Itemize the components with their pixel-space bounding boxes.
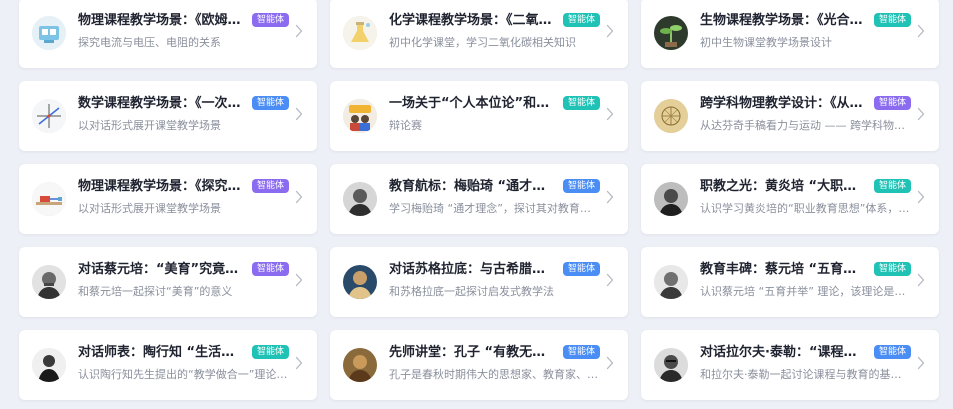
portrait-cai-yuanpei: [32, 265, 66, 299]
agent-card-description: 孔子是春秋时期伟大的思想家、教育家、政…: [389, 368, 599, 381]
agent-card[interactable]: 对话苏格拉底：与古希腊哲学… 智能体 和苏格拉底一起探讨启发式教学法: [330, 247, 628, 317]
chevron-right-icon: [295, 190, 303, 204]
agent-card[interactable]: 数学课程教学场景：《一次函… 智能体以对话形式展开课堂教学场景: [19, 81, 317, 151]
agent-card[interactable]: 对话蔡元培：“美育”究竟是… 智能体和蔡元培一起探讨“美育”的意义: [19, 247, 317, 317]
chevron-right-icon: [917, 356, 925, 370]
agent-card-title: 化学课程教学场景：《二氧化…: [389, 13, 557, 28]
agent-badge: 智能体: [874, 262, 912, 276]
agent-card-title: 生物课程教学场景：《光合作…: [700, 13, 868, 28]
agent-badge: 智能体: [252, 179, 290, 193]
agent-badge: 智能体: [252, 345, 290, 359]
agent-card[interactable]: 物理课程教学场景：《欧姆定… 智能体探究电流与电压、电阻的关系: [19, 0, 317, 68]
portrait-tao-xingzhi: [32, 348, 66, 382]
agent-card-title: 一场关于“个人本位论”和“…: [389, 96, 557, 111]
agent-card-description: 以对话形式展开课堂教学场景: [78, 202, 221, 215]
agent-card-title: 教育丰碑：蔡元培 “五育并举…: [700, 262, 868, 277]
agent-card[interactable]: 一场关于“个人本位论”和“… 智能体辩论赛: [330, 81, 628, 151]
agent-card[interactable]: 职教之光：黄炎培 “大职业教… 智能体认识学习黄炎培的“职业教育思想”体系，…: [641, 164, 939, 234]
agent-card-description: 认识陶行知先生提出的“教学做合一”理论，…: [78, 368, 288, 381]
agent-card-title: 教育航标：梅贻琦 “通才理念…: [389, 179, 557, 194]
agent-card-title: 跨学科物理教学设计：《从达…: [700, 96, 868, 111]
friction-experiment-image: [32, 182, 66, 216]
agent-card-description: 从达芬奇手稿看力与运动 —— 跨学科物理探…: [700, 119, 910, 132]
portrait-socrates: [343, 265, 377, 299]
agent-card-description: 探究电流与电压、电阻的关系: [78, 36, 221, 49]
agent-card[interactable]: 跨学科物理教学设计：《从达… 智能体从达芬奇手稿看力与运动 —— 跨学科物理探…: [641, 81, 939, 151]
agent-card[interactable]: 物理课程教学场景：《探究摩… 智能体以对话形式展开课堂教学场景: [19, 164, 317, 234]
chevron-right-icon: [295, 24, 303, 38]
function-graph-image: [32, 99, 66, 133]
portrait-ralph-tyler: [654, 348, 688, 382]
agent-card-title: 对话蔡元培：“美育”究竟是…: [78, 262, 246, 277]
portrait-cai-yuanpei-2: [654, 265, 688, 299]
chevron-right-icon: [295, 273, 303, 287]
physics-lab-image: [32, 16, 66, 50]
agent-card-title: 对话苏格拉底：与古希腊哲学…: [389, 262, 557, 277]
agent-card[interactable]: 教育航标：梅贻琦 “通才理念… 智能体学习梅贻琦 “通才理念”，探讨其对教育发…: [330, 164, 628, 234]
portrait-huang-yanpei: [654, 182, 688, 216]
agent-card-title: 数学课程教学场景：《一次函…: [78, 96, 246, 111]
agent-card-description: 认识学习黄炎培的“职业教育思想”体系，…: [700, 202, 910, 215]
agent-card-grid: 物理课程教学场景：《欧姆定… 智能体 探究电流与电压、电阻的关系 化学课程教学场景：《…: [0, 0, 953, 409]
agent-card-description: 和拉尔夫·泰勒一起讨论课程与教育的基本原理: [700, 368, 910, 381]
agent-badge: 智能体: [874, 13, 912, 27]
chevron-right-icon: [917, 24, 925, 38]
chevron-right-icon: [606, 190, 614, 204]
chevron-right-icon: [295, 107, 303, 121]
agent-card-title: 物理课程教学场景：《欧姆定…: [78, 13, 246, 28]
agent-card-title: 物理课程教学场景：《探究摩…: [78, 179, 246, 194]
agent-badge: 智能体: [563, 262, 601, 276]
agent-card-title: 职教之光：黄炎培 “大职业教…: [700, 179, 868, 194]
portrait-mei-yiqi: [343, 182, 377, 216]
agent-card-title: 先师讲堂：孔子 “有教无类”…: [389, 345, 557, 360]
agent-card-description: 初中生物课堂教学场景设计: [700, 36, 832, 49]
chevron-right-icon: [606, 24, 614, 38]
agent-card[interactable]: 对话师表：陶行知 “生活教育… 智能体认识陶行知先生提出的“教学做合一”理论，…: [19, 330, 317, 400]
chevron-right-icon: [917, 190, 925, 204]
agent-card-description: 辩论赛: [389, 119, 422, 132]
agent-badge: 智能体: [252, 13, 290, 27]
debate-image: [343, 99, 377, 133]
agent-card-description: 以对话形式展开课堂教学场景: [78, 119, 221, 132]
agent-card-title: 对话师表：陶行知 “生活教育…: [78, 345, 246, 360]
agent-card[interactable]: 生物课程教学场景：《光合作… 智能体初中生物课堂教学场景设计: [641, 0, 939, 68]
agent-badge: 智能体: [874, 179, 912, 193]
agent-card-description: 和苏格拉底一起探讨启发式教学法: [389, 285, 554, 298]
agent-card[interactable]: 对话拉尔夫·泰勒：“课程理论… 智能体和拉尔夫·泰勒一起讨论课程与教育的基本原理: [641, 330, 939, 400]
agent-card-description: 和蔡元培一起探讨“美育”的意义: [78, 285, 233, 298]
chevron-right-icon: [606, 273, 614, 287]
agent-badge: 智能体: [563, 345, 601, 359]
agent-card[interactable]: 先师讲堂：孔子 “有教无类”… 智能体孔子是春秋时期伟大的思想家、教育家、政…: [330, 330, 628, 400]
chevron-right-icon: [295, 356, 303, 370]
agent-badge: 智能体: [563, 96, 601, 110]
agent-badge: 智能体: [874, 96, 912, 110]
agent-card-description: 认识蔡元培 “五育并举” 理论，该理论是中…: [700, 285, 910, 298]
agent-card-description: 学习梅贻琦 “通才理念”，探讨其对教育发…: [389, 202, 599, 215]
chevron-right-icon: [606, 107, 614, 121]
portrait-confucius: [343, 348, 377, 382]
agent-badge: 智能体: [252, 262, 290, 276]
agent-badge: 智能体: [563, 179, 601, 193]
da-vinci-manuscript-image: [654, 99, 688, 133]
chevron-right-icon: [917, 107, 925, 121]
chevron-right-icon: [917, 273, 925, 287]
chemistry-flask-image: [343, 16, 377, 50]
agent-card[interactable]: 化学课程教学场景：《二氧化… 智能体初中化学课堂，学习二氧化碳相关知识: [330, 0, 628, 68]
agent-card-title: 对话拉尔夫·泰勒：“课程理论…: [700, 345, 868, 360]
agent-badge: 智能体: [874, 345, 912, 359]
plant-image: [654, 16, 688, 50]
agent-badge: 智能体: [252, 96, 290, 110]
chevron-right-icon: [606, 356, 614, 370]
agent-card-description: 初中化学课堂，学习二氧化碳相关知识: [389, 36, 576, 49]
agent-card[interactable]: 教育丰碑：蔡元培 “五育并举… 智能体认识蔡元培 “五育并举” 理论，该理论是中…: [641, 247, 939, 317]
agent-badge: 智能体: [563, 13, 601, 27]
